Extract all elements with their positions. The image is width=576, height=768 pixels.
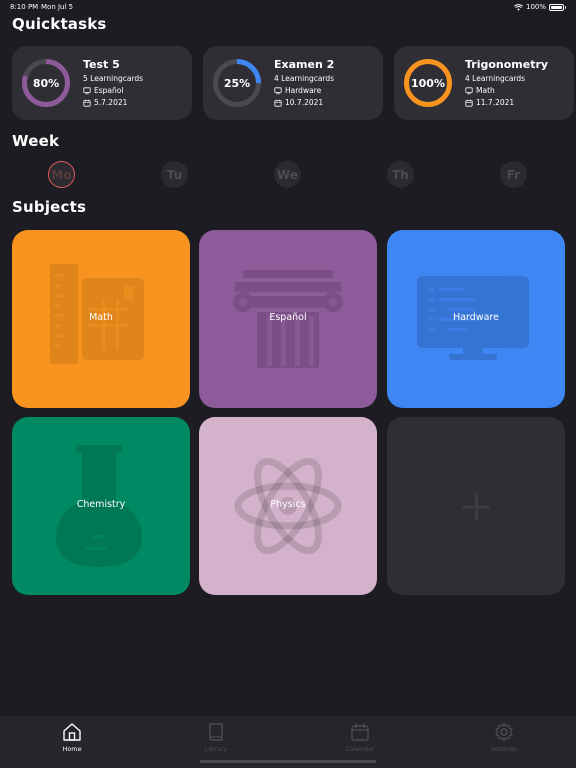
quicktask-subject-label: Math xyxy=(476,86,495,95)
quicktask-subject: Español xyxy=(83,86,123,95)
tab-library[interactable]: Library xyxy=(186,722,246,753)
day-tuesday[interactable]: Tu xyxy=(161,161,188,188)
subject-tile-espanol[interactable]: Español xyxy=(199,230,377,408)
day-friday[interactable]: Fr xyxy=(500,161,527,188)
gear-icon xyxy=(495,722,513,742)
plus-icon xyxy=(462,493,490,521)
wifi-icon xyxy=(514,3,523,11)
calendar-icon xyxy=(351,724,369,741)
monitor-icon xyxy=(274,86,282,94)
calendar-icon xyxy=(465,99,473,107)
quicktask-subject-label: Hardware xyxy=(285,86,322,95)
tab-label: Home xyxy=(62,745,82,753)
calendar-icon xyxy=(83,99,91,107)
day-monday[interactable]: Mo xyxy=(48,161,75,188)
home-icon xyxy=(63,723,81,741)
subject-label: Physics xyxy=(270,499,306,510)
subject-tile-math[interactable]: Math xyxy=(12,230,190,408)
subject-label: Math xyxy=(89,312,113,323)
quicktask-cards-count: 5 Learningcards xyxy=(83,74,144,83)
status-date: Mon Jul 5 xyxy=(41,3,74,11)
calendar-icon xyxy=(274,99,282,107)
tab-label: Settings xyxy=(490,745,518,753)
quicktask-title: Test 5 xyxy=(83,58,120,71)
quicktask-date-label: 5.7.2021 xyxy=(94,98,128,107)
quicktask-title: Trigonometry xyxy=(465,58,549,71)
day-wednesday[interactable]: We xyxy=(274,161,301,188)
quicktasks-heading: Quicktasks xyxy=(12,15,107,33)
progress-percent: 25% xyxy=(223,76,251,90)
status-bar: 8:10 PM Mon Jul 5 100% xyxy=(0,0,576,14)
monitor-icon xyxy=(83,86,91,94)
book-icon xyxy=(209,723,223,741)
week-heading: Week xyxy=(12,132,60,150)
subject-label: Chemistry xyxy=(76,499,126,510)
status-indicators: 100% xyxy=(514,3,566,11)
quicktask-card[interactable]: 25% Examen 2 4 Learningcards Hardware 10… xyxy=(203,46,383,120)
battery-percent: 100% xyxy=(525,3,546,11)
subject-tile-physics[interactable]: Physics xyxy=(199,417,377,595)
progress-percent: 100% xyxy=(411,76,445,90)
subject-tile-chemistry[interactable]: Chemistry xyxy=(12,417,190,595)
quicktask-subject: Math xyxy=(465,86,495,95)
week-strip: Mo Tu We Th Fr xyxy=(0,161,576,189)
quicktask-cards-count: 4 Learningcards xyxy=(274,74,335,83)
battery-icon xyxy=(549,3,566,11)
home-indicator xyxy=(200,760,376,763)
quicktask-date: 10.7.2021 xyxy=(274,98,323,107)
progress-percent: 80% xyxy=(32,76,60,90)
quicktask-subject-label: Español xyxy=(94,86,124,95)
quicktask-title: Examen 2 xyxy=(274,58,335,71)
tab-home[interactable]: Home xyxy=(42,722,102,753)
quicktask-date: 11.7.2021 xyxy=(465,98,514,107)
monitor-icon xyxy=(465,86,473,94)
tab-label: Calendar xyxy=(345,745,375,753)
quicktask-subject: Hardware xyxy=(274,86,321,95)
quicktask-date: 5.7.2021 xyxy=(83,98,127,107)
quicktask-date-label: 11.7.2021 xyxy=(476,98,515,107)
quicktask-date-label: 10.7.2021 xyxy=(285,98,324,107)
add-subject-button[interactable] xyxy=(387,417,565,595)
quicktask-cards-count: 4 Learningcards xyxy=(465,74,526,83)
subject-label: Hardware xyxy=(453,312,499,323)
tab-calendar[interactable]: Calendar xyxy=(330,722,390,753)
tab-label: Library xyxy=(204,745,228,753)
tab-settings[interactable]: Settings xyxy=(474,722,534,753)
day-thursday[interactable]: Th xyxy=(387,161,414,188)
quicktask-card[interactable]: 100% Trigonometry 4 Learningcards Math 1… xyxy=(394,46,574,120)
subject-tile-hardware[interactable]: Hardware xyxy=(387,230,565,408)
subjects-heading: Subjects xyxy=(12,198,87,216)
quicktask-card[interactable]: 80% Test 5 5 Learningcards Español 5.7.2… xyxy=(12,46,192,120)
status-time: 8:10 PM xyxy=(10,3,39,11)
subject-label: Español xyxy=(269,312,307,323)
